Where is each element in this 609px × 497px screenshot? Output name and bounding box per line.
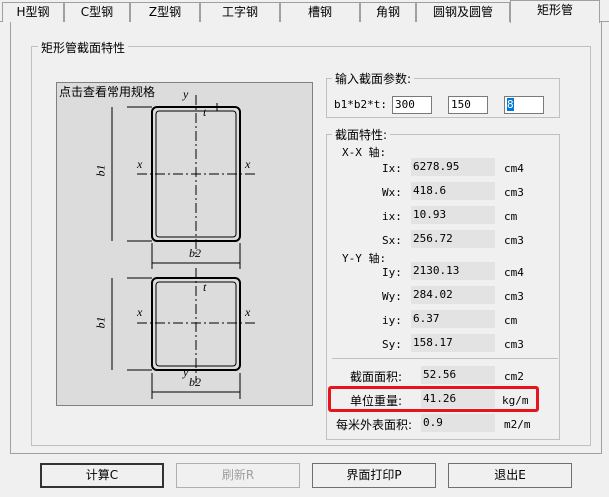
iy-label: Iy: (382, 266, 402, 279)
sx-label: Sx: (382, 234, 402, 247)
tab-i-steel[interactable]: 工字钢 (200, 2, 280, 22)
tab-rect-tube[interactable]: 矩形管 (510, 0, 600, 23)
surface-value: 0.9 (421, 414, 495, 432)
print-screen-button[interactable]: 界面打印P (312, 463, 436, 488)
tab-channel-steel[interactable]: 槽钢 (280, 2, 360, 22)
t-input[interactable]: 8 (504, 96, 544, 114)
ix-label: Ix: (382, 162, 402, 175)
sy-unit: cm3 (504, 338, 524, 351)
iy-radius-value: 6.37 (411, 310, 495, 328)
top-b2-label: b2 (189, 246, 201, 260)
bottom-y-axis-label: y (183, 365, 189, 379)
b1-input[interactable]: 300 (392, 96, 432, 114)
b2-input[interactable]: 150 (448, 96, 488, 114)
section-drawing[interactable]: 点击查看常用规格 y t x x b1 b2 x x t b1 y b2 (56, 82, 313, 406)
wy-value: 284.02 (411, 286, 495, 304)
ix-radius-label: ix: (382, 210, 402, 223)
sx-value: 256.72 (411, 230, 495, 248)
weight-highlight-box (328, 386, 539, 412)
ix-unit: cm4 (504, 162, 524, 175)
top-x-right-label: x (245, 157, 251, 171)
sx-unit: cm3 (504, 234, 524, 247)
surface-label: 每米外表面积: (336, 418, 413, 432)
iy-radius-label: iy: (382, 314, 402, 327)
top-x-left-label: x (137, 157, 143, 171)
bottom-x-right-label: x (245, 305, 251, 319)
tab-c-steel[interactable]: C型钢 (64, 2, 130, 22)
tab-h-steel[interactable]: H型钢 (2, 2, 64, 22)
yy-axis-title: Y-Y 轴: (342, 252, 387, 265)
tab-bar: H型钢 C型钢 Z型钢 工字钢 槽钢 角钢 圆钢及圆管 矩形管 (0, 0, 609, 23)
top-b1-label: b1 (93, 164, 108, 177)
iy-unit: cm4 (504, 266, 524, 279)
iy-value: 2130.13 (411, 262, 495, 280)
ix-radius-value: 10.93 (411, 206, 495, 224)
area-value: 52.56 (421, 366, 495, 384)
bottom-b2-label: b2 (189, 375, 201, 389)
wx-unit: cm3 (504, 186, 524, 199)
sy-value: 158.17 (411, 334, 495, 352)
exit-button[interactable]: 退出E (448, 463, 572, 488)
wy-unit: cm3 (504, 290, 524, 303)
calculate-button[interactable]: 计算C (40, 463, 164, 488)
area-unit: cm2 (504, 370, 524, 383)
wx-label: Wx: (382, 186, 402, 199)
refresh-button[interactable]: 刷新R (176, 463, 300, 488)
props-divider (332, 358, 558, 359)
bottom-t-label: t (203, 280, 207, 294)
top-t-label: t (203, 105, 207, 119)
section-drawing-svg (111, 95, 257, 399)
area-label: 截面面积: (350, 370, 403, 384)
input-group-title: 输入截面参数: (332, 70, 415, 87)
tab-angle-steel[interactable]: 角钢 (360, 2, 416, 22)
props-group-title: 截面特性: (332, 126, 391, 143)
wy-label: Wy: (382, 290, 402, 303)
ix-value: 6278.95 (411, 158, 495, 176)
surface-unit: m2/m (504, 418, 531, 431)
b1b2t-label: b1*b2*t: (334, 98, 387, 111)
sy-label: Sy: (382, 338, 402, 351)
xx-axis-title: X-X 轴: (342, 146, 387, 159)
tab-z-steel[interactable]: Z型钢 (130, 2, 200, 22)
bottom-x-left-label: x (137, 305, 143, 319)
wx-value: 418.6 (411, 182, 495, 200)
rect-tube-group-title: 矩形管截面特性 (38, 39, 129, 56)
bottom-b1-label: b1 (93, 316, 108, 329)
iy-radius-unit: cm (504, 314, 518, 327)
tab-round-steel[interactable]: 圆钢及圆管 (416, 2, 510, 22)
ix-radius-unit: cm (504, 210, 518, 223)
top-y-axis-label: y (183, 87, 189, 101)
